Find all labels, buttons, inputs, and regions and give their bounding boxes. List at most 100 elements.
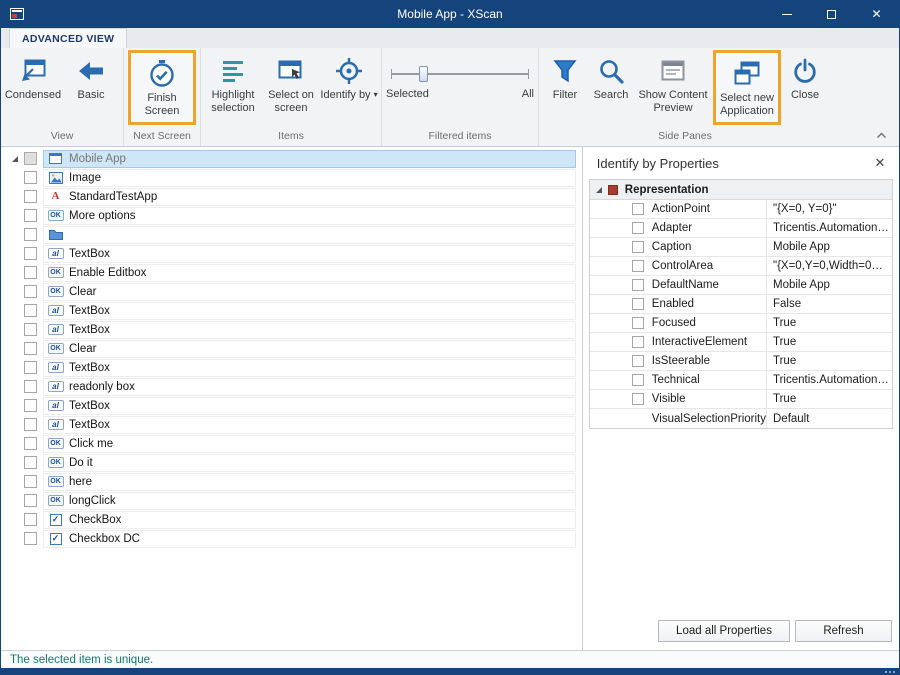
property-grid-rows: ActionPoint"{X=0, Y=0}"AdapterTricentis.… — [590, 200, 892, 428]
condensed-icon — [18, 55, 48, 87]
minimize-button[interactable] — [764, 0, 809, 28]
property-row[interactable]: ControlArea"{X=0,Y=0,Width=0… — [590, 257, 892, 276]
property-row[interactable]: DefaultNameMobile App — [590, 276, 892, 295]
tree-checkbox[interactable] — [24, 399, 37, 412]
slider-label-selected: Selected — [386, 88, 429, 100]
select-new-application-button[interactable]: Select new Application — [716, 53, 778, 122]
close-window-button[interactable]: ✕ — [854, 0, 899, 28]
tree-checkbox[interactable] — [24, 437, 37, 450]
tree-expander-icon[interactable] — [12, 156, 18, 162]
tree-row[interactable]: alTextBox — [1, 415, 582, 434]
select-new-application-highlight: Select new Application — [713, 50, 781, 125]
tree-row[interactable] — [1, 225, 582, 244]
textbox-icon: al — [47, 304, 64, 318]
finish-screen-button[interactable]: Finish Screen — [131, 53, 193, 122]
property-checkbox[interactable] — [632, 260, 644, 272]
tree-row[interactable]: OKMore options — [1, 206, 582, 225]
property-row[interactable]: TechnicalTricentis.Automation… — [590, 371, 892, 390]
identify-by-label: Identify by — [320, 89, 370, 101]
slider-handle[interactable] — [419, 66, 428, 82]
maximize-button[interactable] — [809, 0, 854, 28]
tree-row[interactable]: alreadonly box — [1, 377, 582, 396]
tree-checkbox[interactable] — [24, 152, 37, 165]
tree-row[interactable]: ✓CheckBox — [1, 510, 582, 529]
highlight-selection-button[interactable]: Highlight selection — [204, 50, 262, 114]
tree-checkbox[interactable] — [24, 190, 37, 203]
tree-row[interactable]: alTextBox — [1, 320, 582, 339]
tree-checkbox[interactable] — [24, 475, 37, 488]
tree-checkbox[interactable] — [24, 361, 37, 374]
group-expander-icon[interactable] — [596, 187, 602, 193]
property-checkbox[interactable] — [632, 374, 644, 386]
tree-checkbox[interactable] — [24, 285, 37, 298]
resize-grip[interactable] — [893, 671, 895, 673]
tree-checkbox[interactable] — [24, 380, 37, 393]
panel-close-icon[interactable]: ✕ — [871, 155, 889, 171]
tree-row[interactable]: OKEnable Editbox — [1, 263, 582, 282]
property-checkbox[interactable] — [632, 317, 644, 329]
tree-checkbox[interactable] — [24, 323, 37, 336]
tree-checkbox[interactable] — [24, 532, 37, 545]
property-checkbox[interactable] — [632, 336, 644, 348]
property-row[interactable]: VisualSelectionPriorityDefault — [590, 409, 892, 428]
textbox-icon: al — [47, 399, 64, 413]
filter-button[interactable]: Filter — [542, 50, 588, 102]
tree-checkbox[interactable] — [24, 418, 37, 431]
tree-row[interactable]: OKClear — [1, 282, 582, 301]
show-content-preview-button[interactable]: Show Content Preview — [634, 50, 712, 114]
property-row[interactable]: FocusedTrue — [590, 314, 892, 333]
tree-checkbox[interactable] — [24, 304, 37, 317]
tree-row[interactable]: OKhere — [1, 472, 582, 491]
tree-item-label: TextBox — [69, 419, 110, 431]
search-button[interactable]: Search — [588, 50, 634, 102]
tree-row[interactable]: AStandardTestApp — [1, 187, 582, 206]
property-row[interactable]: EnabledFalse — [590, 295, 892, 314]
select-on-screen-button[interactable]: Select on screen — [262, 50, 320, 114]
identify-by-button[interactable]: Identify by▾ — [320, 50, 378, 102]
load-all-properties-button[interactable]: Load all Properties — [658, 620, 790, 642]
property-checkbox[interactable] — [632, 241, 644, 253]
tab-advanced-view[interactable]: ADVANCED VIEW — [9, 28, 127, 48]
tree-row[interactable]: alTextBox — [1, 358, 582, 377]
tree-checkbox[interactable] — [24, 171, 37, 184]
refresh-button[interactable]: Refresh — [795, 620, 892, 642]
property-checkbox[interactable] — [632, 279, 644, 291]
basic-button[interactable]: Basic — [62, 50, 120, 102]
property-checkbox[interactable] — [632, 203, 644, 215]
tree-row[interactable]: ✓Checkbox DC — [1, 529, 582, 548]
property-row[interactable]: InteractiveElementTrue — [590, 333, 892, 352]
tree-row[interactable]: alTextBox — [1, 244, 582, 263]
tree-checkbox[interactable] — [24, 342, 37, 355]
property-checkbox[interactable] — [632, 355, 644, 367]
property-row[interactable]: IsSteerableTrue — [590, 352, 892, 371]
power-icon — [791, 55, 819, 87]
tree-checkbox[interactable] — [24, 513, 37, 526]
tree-row[interactable]: alTextBox — [1, 396, 582, 415]
tree-row[interactable]: OKClick me — [1, 434, 582, 453]
tree-checkbox[interactable] — [24, 209, 37, 222]
property-checkbox[interactable] — [632, 298, 644, 310]
property-row[interactable]: AdapterTricentis.Automation… — [590, 219, 892, 238]
tree-checkbox[interactable] — [24, 494, 37, 507]
tree-checkbox[interactable] — [24, 456, 37, 469]
tree-row[interactable]: OKlongClick — [1, 491, 582, 510]
tree-checkbox[interactable] — [24, 266, 37, 279]
property-row[interactable]: ActionPoint"{X=0, Y=0}" — [590, 200, 892, 219]
property-checkbox[interactable] — [632, 222, 644, 234]
property-group-header[interactable]: Representation — [590, 180, 892, 200]
close-pane-button[interactable]: Close — [782, 50, 828, 102]
tree-row[interactable]: alTextBox — [1, 301, 582, 320]
tree-row[interactable]: Mobile App — [1, 149, 582, 168]
tree-row[interactable]: OKDo it — [1, 453, 582, 472]
ribbon-group-side-panes: Filter Search Show Content Preview — [539, 48, 831, 146]
collapse-ribbon-button[interactable] — [873, 129, 889, 141]
property-row[interactable]: CaptionMobile App — [590, 238, 892, 257]
tree-row[interactable]: Image — [1, 168, 582, 187]
property-checkbox[interactable] — [632, 393, 644, 405]
tree-checkbox[interactable] — [24, 247, 37, 260]
filtered-items-slider[interactable] — [391, 66, 529, 82]
tree-checkbox[interactable] — [24, 228, 37, 241]
tree-row[interactable]: OKClear — [1, 339, 582, 358]
condensed-button[interactable]: Condensed — [4, 50, 62, 102]
property-row[interactable]: VisibleTrue — [590, 390, 892, 409]
